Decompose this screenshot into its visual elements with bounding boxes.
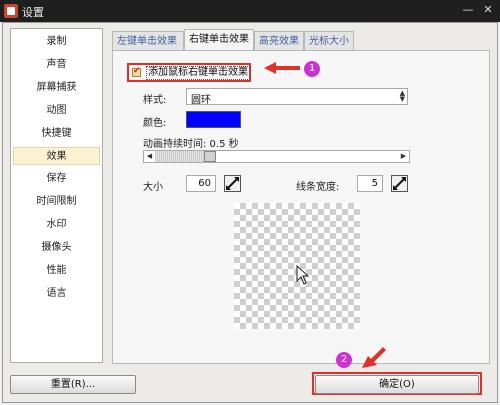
slash-arrow-icon [393, 177, 406, 190]
size-adjust-button[interactable] [224, 175, 241, 192]
close-button[interactable]: ✕ [478, 0, 498, 20]
line-width-value: 5 [371, 178, 378, 189]
line-width-label: 线条宽度: [296, 182, 340, 193]
size-value: 60 [198, 178, 211, 189]
reset-button[interactable]: 重置(R)... [10, 375, 136, 394]
settings-sidebar: 录制 声音 屏幕捕获 动图 快捷键 效果 保存 时间限制 水印 摄像头 性能 语… [10, 28, 103, 363]
tab-cursor-size[interactable]: 光标大小 [304, 31, 354, 50]
title-bar: 设置 — ✕ [0, 0, 500, 22]
sidebar-item-camera[interactable]: 摄像头 [13, 239, 100, 257]
slider-right-arrow-icon[interactable]: ▶ [398, 151, 409, 162]
step-2-badge: 2 [336, 352, 352, 368]
slider-track-fill [155, 151, 204, 162]
sidebar-item-hotkeys[interactable]: 快捷键 [13, 125, 100, 143]
sidebar-item-animation[interactable]: 动图 [13, 102, 100, 120]
color-picker-swatch[interactable] [186, 111, 241, 128]
window-title: 设置 [22, 6, 44, 19]
tab-right-click[interactable]: 右键单击效果 [184, 29, 254, 50]
line-width-adjust-button[interactable] [391, 175, 408, 192]
slash-arrow-icon [226, 177, 239, 190]
enable-right-click-checkbox[interactable] [132, 66, 141, 77]
red-arrow-icon [362, 347, 386, 368]
sidebar-item-sound[interactable]: 声音 [13, 56, 100, 74]
slider-thumb[interactable] [204, 151, 216, 162]
minimize-button[interactable]: — [458, 0, 478, 20]
duration-slider[interactable]: ◀ ▶ [143, 150, 410, 163]
style-dropdown[interactable]: 圆环 ▲ ▼ [186, 88, 408, 106]
duration-label: 动画持续时间: 0.5 秒 [143, 139, 239, 150]
color-label: 颜色: [143, 118, 167, 129]
sidebar-item-language[interactable]: 语言 [13, 285, 100, 303]
sidebar-item-record[interactable]: 录制 [13, 33, 100, 51]
sidebar-item-performance[interactable]: 性能 [13, 262, 100, 280]
enable-right-click-label[interactable]: 添加鼠标右键单击效果 [146, 66, 250, 80]
size-label: 大小 [143, 182, 163, 193]
mouse-pointer-icon [296, 265, 310, 285]
sidebar-item-time-limit[interactable]: 时间限制 [13, 193, 100, 211]
size-input[interactable]: 60 [186, 175, 216, 192]
ok-button[interactable]: 确定(O) [315, 375, 479, 394]
sidebar-item-save[interactable]: 保存 [13, 170, 100, 188]
step-1-badge: 1 [304, 61, 320, 77]
style-label: 样式: [143, 95, 167, 106]
tab-highlight[interactable]: 高亮效果 [254, 31, 304, 50]
slider-left-arrow-icon[interactable]: ◀ [144, 151, 155, 162]
red-arrow-icon [264, 62, 300, 74]
app-icon [4, 4, 18, 18]
spin-arrows-icon: ▲ ▼ [399, 89, 405, 103]
sidebar-item-screen-capture[interactable]: 屏幕捕获 [13, 79, 100, 97]
tab-left-click[interactable]: 左键单击效果 [112, 31, 184, 50]
sidebar-item-watermark[interactable]: 水印 [13, 216, 100, 234]
line-width-input[interactable]: 5 [357, 175, 383, 192]
enable-checkbox-highlight: 添加鼠标右键单击效果 [127, 63, 251, 82]
style-value: 圆环 [191, 95, 211, 106]
sidebar-item-effects[interactable]: 效果 [13, 147, 100, 165]
